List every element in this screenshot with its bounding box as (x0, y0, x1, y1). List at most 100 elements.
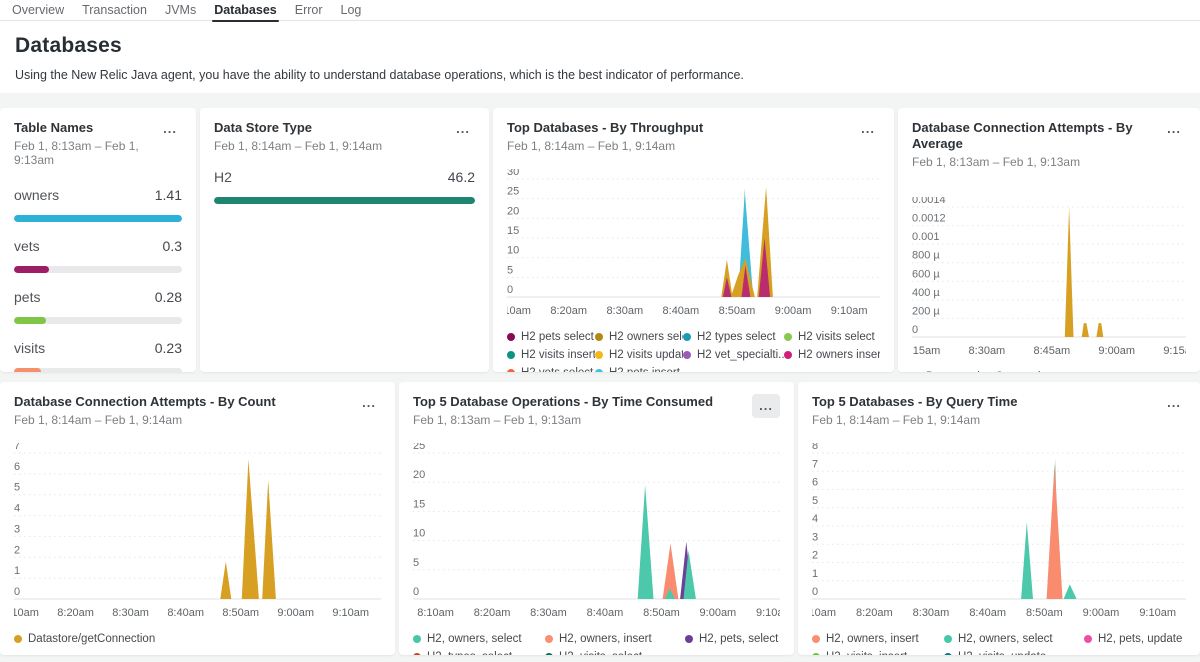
card-top-databases-throughput: Top Databases - By Throughput Feb 1, 8:1… (493, 108, 894, 372)
legend-item[interactable]: H2 pets insert (595, 367, 683, 372)
x-axis-label: 9:00am (775, 305, 812, 317)
y-axis-label: 600 µ (912, 268, 940, 280)
nav-tab-error[interactable]: Error (295, 0, 323, 21)
series-area (638, 485, 654, 599)
card-timerange: Feb 1, 8:14am – Feb 1, 9:14am (812, 413, 1017, 427)
legend-label: H2 vets select (521, 367, 593, 372)
more-options-icon[interactable]: ... (451, 120, 475, 138)
x-axis-label: 8:45am (1033, 345, 1070, 357)
x-axis-label: 9:10am (831, 305, 868, 317)
nav-tab-transaction[interactable]: Transaction (82, 0, 147, 21)
more-options-icon[interactable]: ... (1162, 394, 1186, 412)
operations-time-chart: 05101520258:10am8:20am8:30am8:40am8:50am… (413, 443, 780, 623)
legend-label: H2 owners insert (798, 349, 880, 361)
y-axis-label: 3 (14, 523, 20, 535)
bar-label: vets (14, 238, 40, 254)
y-axis-label: 20 (413, 469, 425, 481)
y-axis-label: 4 (812, 513, 818, 525)
more-options-icon[interactable]: ... (158, 120, 182, 138)
legend-label: H2, pets, update (1098, 633, 1182, 645)
card-title: Top 5 Database Operations - By Time Cons… (413, 394, 713, 410)
legend-item[interactable]: H2, owners, select (413, 633, 545, 645)
y-axis-label: 6 (14, 461, 20, 473)
legend-item[interactable]: H2, owners, insert (812, 633, 944, 645)
y-axis-label: 20 (507, 205, 519, 217)
y-axis-label: 7 (812, 458, 818, 470)
y-axis-label: 0 (912, 324, 918, 336)
y-axis-label: 0.001 (912, 231, 940, 243)
x-axis-label: 9:10am (332, 607, 369, 619)
query-time-legend: H2, owners, insert H2, owners, select H2, … (812, 633, 1186, 655)
legend-item[interactable]: H2, pets, update (1084, 633, 1186, 645)
legend-item[interactable]: H2, owners, select (944, 633, 1084, 645)
card-title: Top Databases - By Throughput (507, 120, 703, 136)
more-options-icon[interactable]: ... (357, 394, 381, 412)
bar-track (14, 317, 182, 324)
legend-label: H2, owners, select (958, 633, 1053, 645)
legend-color-dot-icon (507, 369, 515, 372)
legend-item[interactable]: Datastore/getConnection (912, 371, 1186, 372)
legend-item[interactable]: H2 pets select (507, 331, 595, 343)
legend-color-dot-icon (413, 653, 421, 655)
x-axis-label: 8:20am (856, 607, 893, 619)
more-options-icon[interactable]: ... (1162, 120, 1186, 138)
throughput-legend: H2 pets selectH2 owners select H2 types s… (507, 331, 880, 372)
legend-label: H2 types select (697, 331, 776, 343)
connection-average-chart: 0200 µ400 µ600 µ800 µ0.0010.00120.00148:… (912, 197, 1186, 361)
card-title: Top 5 Databases - By Query Time (812, 394, 1017, 410)
legend-color-dot-icon (685, 635, 693, 643)
legend-item[interactable]: H2, types, select (413, 651, 545, 655)
legend-item[interactable]: H2, visits, insert (812, 651, 944, 655)
nav-tab-overview[interactable]: Overview (12, 0, 64, 21)
legend-color-dot-icon (595, 369, 603, 372)
x-axis-label: 8:40am (969, 607, 1006, 619)
series-area (1021, 522, 1033, 599)
card-title: Table Names (14, 120, 158, 136)
x-axis-label: 8:30am (969, 345, 1006, 357)
legend-item[interactable]: H2 vet_specialti... (683, 349, 784, 361)
series-area (1082, 323, 1089, 337)
legend-label: H2 pets select (521, 331, 594, 343)
x-axis-label: 8:30am (606, 305, 643, 317)
bar-row-visits: visits0.23 (14, 340, 182, 372)
legend-item[interactable]: H2, visits, update (944, 651, 1084, 655)
series-area (1047, 464, 1063, 599)
card-connection-attempts-average: Database Connection Attempts - By Averag… (898, 108, 1200, 372)
more-options-icon[interactable]: ... (752, 394, 780, 418)
y-axis-label: 0.0014 (912, 197, 946, 206)
legend-label: H2 visits select (798, 331, 875, 343)
nav-tab-databases[interactable]: Databases (214, 0, 277, 21)
bar-fill (14, 317, 46, 324)
y-axis-label: 1 (812, 568, 818, 580)
legend-item[interactable]: H2 visits select (784, 331, 880, 343)
bar-fill (14, 368, 41, 372)
bar-fill (14, 215, 182, 222)
legend-item[interactable]: H2 owners insert (784, 349, 880, 361)
legend-item[interactable]: H2 visits update (595, 349, 683, 361)
legend-item[interactable]: H2 owners select (595, 331, 683, 343)
card-title: Database Connection Attempts - By Count (14, 394, 276, 410)
nav-tab-jvms[interactable]: JVMs (165, 0, 196, 21)
more-options-icon[interactable]: ... (856, 120, 880, 138)
y-axis-label: 7 (14, 443, 20, 452)
nav-tab-log[interactable]: Log (341, 0, 362, 21)
x-axis-label: 8:10am (417, 607, 454, 619)
legend-item[interactable]: H2 types select (683, 331, 784, 343)
y-axis-label: 2 (14, 544, 20, 556)
x-axis-label: 8:15am (912, 345, 940, 357)
bar-value: 0.23 (155, 340, 182, 356)
card-timerange: Feb 1, 8:14am – Feb 1, 9:14am (507, 139, 703, 153)
legend-item[interactable]: H2, visits, select (545, 651, 685, 655)
bar-row-vets: vets0.3 (14, 238, 182, 273)
x-axis-label: 8:50am (222, 607, 259, 619)
y-axis-label: 25 (413, 443, 425, 452)
legend-item[interactable]: H2 vets select (507, 367, 595, 372)
legend-item[interactable]: Datastore/getConnection (14, 633, 381, 645)
legend-item[interactable]: H2 visits insert (507, 349, 595, 361)
legend-label: H2 visits insert (521, 349, 595, 361)
bar-label: H2 (214, 169, 232, 185)
legend-label: H2 visits update (609, 349, 683, 361)
legend-item[interactable]: H2, owners, insert (545, 633, 685, 645)
legend-item[interactable]: H2, pets, select (685, 633, 780, 645)
bar-list: owners1.41 vets0.3 pets0.28 visits0.23 (14, 187, 182, 372)
